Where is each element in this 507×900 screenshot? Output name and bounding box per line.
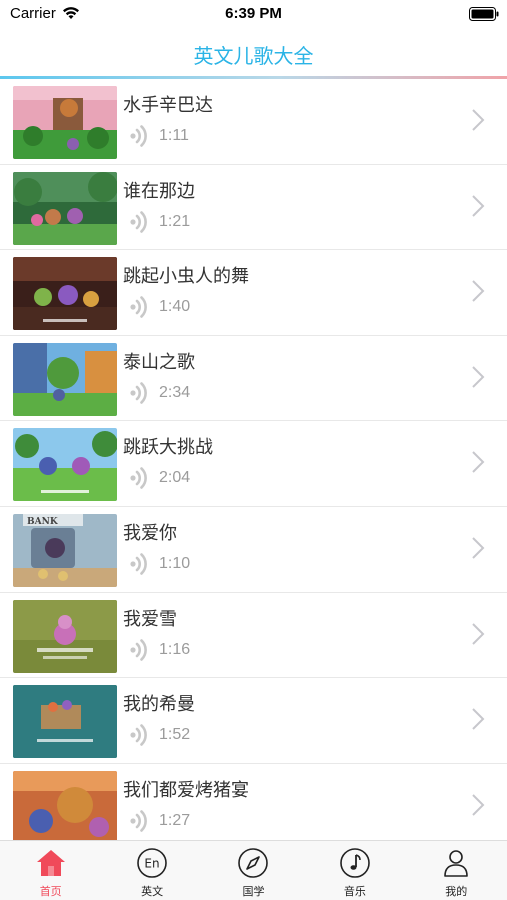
page-title: 英文儿歌大全: [193, 44, 314, 68]
song-title: 跳跃大挑战: [123, 437, 213, 459]
song-title: 我爱雪: [123, 608, 177, 630]
song-duration: 1:16: [159, 640, 191, 658]
tab-music[interactable]: 音乐: [304, 841, 405, 900]
battery-icon: [469, 7, 499, 21]
song-title: 我爱你: [123, 523, 177, 544]
chevron-right-icon: [472, 280, 485, 302]
song-row[interactable]: 泰山之歌 2:34: [0, 336, 507, 422]
chevron-right-icon: [472, 194, 485, 217]
tab-label: 国学: [242, 885, 265, 898]
song-row[interactable]: 我爱雪 1:16: [0, 593, 507, 679]
song-row[interactable]: 我的希曼 1:52: [0, 678, 507, 764]
song-duration: 1:52: [159, 726, 191, 744]
tab-home[interactable]: 首页: [0, 841, 101, 900]
tab-label: 音乐: [343, 885, 366, 898]
song-title: 我的希曼: [123, 694, 195, 716]
sound-icon: [130, 638, 147, 661]
song-duration: 2:04: [159, 469, 191, 487]
song-thumbnail: [13, 86, 117, 159]
tab-label: 英文: [141, 885, 164, 898]
sound-icon: [130, 467, 147, 490]
chevron-right-icon: [472, 622, 485, 645]
song-thumbnail: [13, 685, 117, 759]
status-bar: Carrier 6:39 PM: [0, 0, 507, 28]
person-icon: [444, 850, 469, 877]
tab-label: 我的: [445, 885, 468, 898]
tab-label: 首页: [39, 885, 62, 898]
chevron-right-icon: [472, 451, 485, 474]
song-thumbnail: [13, 428, 117, 502]
song-thumbnail: [13, 342, 117, 416]
sound-icon: [130, 809, 147, 832]
song-duration: 1:27: [159, 811, 191, 829]
song-duration: 2:34: [159, 383, 191, 401]
song-title: 谁在那边: [123, 180, 195, 202]
home-icon: [36, 850, 65, 876]
song-title: 跳起小虫人的舞: [123, 266, 249, 288]
song-duration: 1:21: [159, 212, 191, 230]
chevron-right-icon: [472, 708, 485, 730]
english-badge: En: [144, 857, 159, 871]
chevron-right-icon: [472, 366, 485, 388]
chevron-right-icon: [472, 109, 485, 131]
song-title: 我们都爱烤猪宴: [123, 779, 249, 801]
chevron-right-icon: [472, 794, 485, 816]
tab-bar: 首页 En 英文 国学 音乐 我的: [0, 840, 507, 900]
song-thumbnail: [13, 599, 117, 673]
song-row[interactable]: 谁在那边 1:21: [0, 165, 507, 251]
sound-icon: [130, 210, 147, 233]
song-duration: 1:11: [159, 127, 189, 144]
tab-english[interactable]: En 英文: [101, 841, 202, 900]
bank-sign: BANK: [27, 517, 59, 527]
song-duration: 1:40: [159, 298, 191, 316]
song-thumbnail: [13, 257, 117, 331]
sound-icon: [130, 553, 147, 575]
song-row[interactable]: 跳起小虫人的舞 1:40: [0, 250, 507, 336]
song-thumbnail: [13, 171, 117, 245]
song-list[interactable]: 水手辛巴达 1:11 谁在那边 1:21 跳起小虫人的舞 1:40 泰山之歌 2…: [0, 79, 507, 840]
song-row[interactable]: 我们都爱烤猪宴 1:27: [0, 764, 507, 840]
sound-icon: [130, 125, 147, 147]
song-row[interactable]: 水手辛巴达 1:11: [0, 79, 507, 165]
song-row[interactable]: 跳跃大挑战 2:04: [0, 421, 507, 507]
song-title: 水手辛巴达: [123, 95, 213, 116]
music-note-icon: [340, 848, 370, 878]
tab-guoxue[interactable]: 国学: [203, 841, 304, 900]
compass-icon: [238, 848, 269, 878]
song-duration: 1:10: [159, 555, 191, 572]
sound-icon: [130, 724, 147, 746]
status-time: 6:39 PM: [225, 5, 282, 22]
english-icon: En: [137, 848, 167, 878]
chevron-right-icon: [472, 537, 485, 559]
sound-icon: [130, 381, 147, 404]
song-title: 泰山之歌: [123, 351, 195, 373]
song-row[interactable]: BANK 我爱你 1:10: [0, 507, 507, 593]
navigation-bar: 英文儿歌大全: [0, 28, 507, 78]
song-thumbnail: BANK: [13, 514, 117, 587]
song-thumbnail: [13, 770, 117, 840]
tab-mine[interactable]: 我的: [406, 841, 507, 900]
sound-icon: [130, 296, 147, 318]
